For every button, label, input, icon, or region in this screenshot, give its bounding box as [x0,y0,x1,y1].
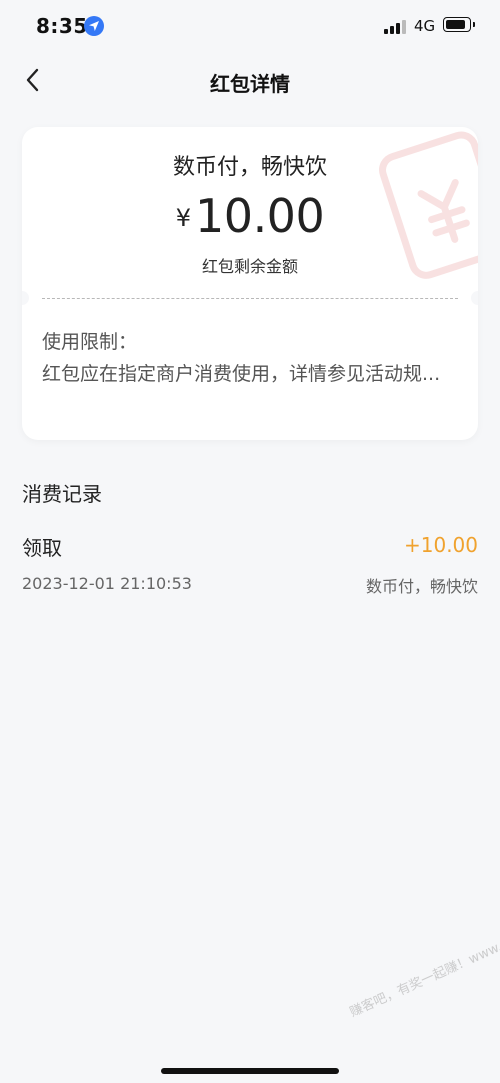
card-notch-right [471,291,478,305]
record-time: 2023-12-01 21:10:53 [22,574,192,593]
record-merchant: 数币付，畅快饮 [365,577,478,596]
dashed-divider [42,298,458,299]
balance-label: 红包剩余金额 [201,257,298,276]
status-time: 8:35 [36,14,88,38]
nav-bar: 红包详情 [0,56,500,106]
record-type: 领取 [22,536,62,560]
battery-icon [443,17,475,32]
currency-symbol: ¥ [175,204,192,232]
restriction-label: 使用限制： [42,331,138,353]
card-notch-left [22,291,29,305]
network-label: 4G [414,17,436,35]
amount-value: 10.00 [195,189,325,243]
records-title: 消费记录 [22,482,102,506]
watermark: 赚客吧，有奖一起赚！www.zuanke8.com [347,904,500,1021]
restriction-text[interactable]: 红包应在指定商户消费使用，详情参见活动规... [42,359,467,390]
home-indicator [161,1068,339,1074]
location-arrow-icon [84,16,104,36]
red-packet-card: 数币付，畅快饮 ¥10.00 红包剩余金额 使用限制： 红包应在指定商户消费使用… [22,127,478,440]
record-amount: +10.00 [403,533,478,557]
status-bar: 8:35 4G [0,0,500,56]
amount-row: ¥10.00 [22,189,478,243]
record-row: 领取 +10.00 2023-12-01 21:10:53 数币付，畅快饮 [0,528,500,608]
page-title: 红包详情 [210,72,290,96]
merchant-title: 数币付，畅快饮 [172,155,327,180]
cellular-signal-icon [384,20,408,34]
